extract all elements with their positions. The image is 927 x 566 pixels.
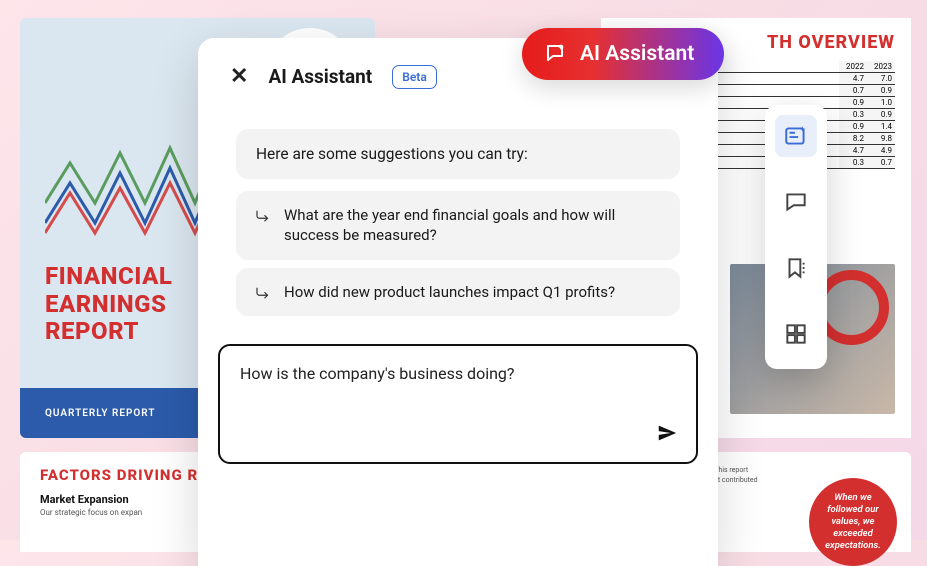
reply-arrow-icon [254,207,272,225]
chat-sparkle-icon [544,42,568,66]
quote-badge: When we followed our values, we exceeded… [809,478,897,566]
suggestion-2[interactable]: How did new product launches impact Q1 p… [236,268,680,316]
ai-assistant-panel: ✕ AI Assistant Beta Here are some sugges… [198,38,718,566]
toolbar-apps-button[interactable] [775,313,817,355]
report-title: FINANCIAL EARNINGS REPORT [45,263,172,346]
comment-icon [783,189,809,215]
toolbar-summary-button[interactable] [775,115,817,157]
suggestion-intro: Here are some suggestions you can try: [236,129,680,179]
side-toolbar [765,105,827,369]
toolbar-bookmark-button[interactable] [775,247,817,289]
bookmark-icon [783,255,809,281]
summary-sparkle-icon [783,123,809,149]
quarterly-label: QUARTERLY REPORT [45,408,155,419]
suggestion-1-text: What are the year end financial goals an… [284,205,662,246]
beta-badge: Beta [392,65,437,89]
toolbar-comment-button[interactable] [775,181,817,223]
suggestion-2-text: How did new product launches impact Q1 p… [284,282,615,302]
ai-assistant-fab[interactable]: AI Assistant [522,28,724,80]
reply-arrow-icon [254,284,272,302]
suggestion-1[interactable]: What are the year end financial goals an… [236,191,680,260]
send-button[interactable] [652,418,682,448]
prompt-input-text: How is the company's business doing? [240,364,676,383]
send-icon [656,422,678,444]
prompt-input[interactable]: How is the company's business doing? [218,344,698,464]
grid-icon [783,321,809,347]
panel-title: AI Assistant [268,65,372,88]
close-icon[interactable]: ✕ [230,64,248,89]
fab-label: AI Assistant [580,42,694,66]
